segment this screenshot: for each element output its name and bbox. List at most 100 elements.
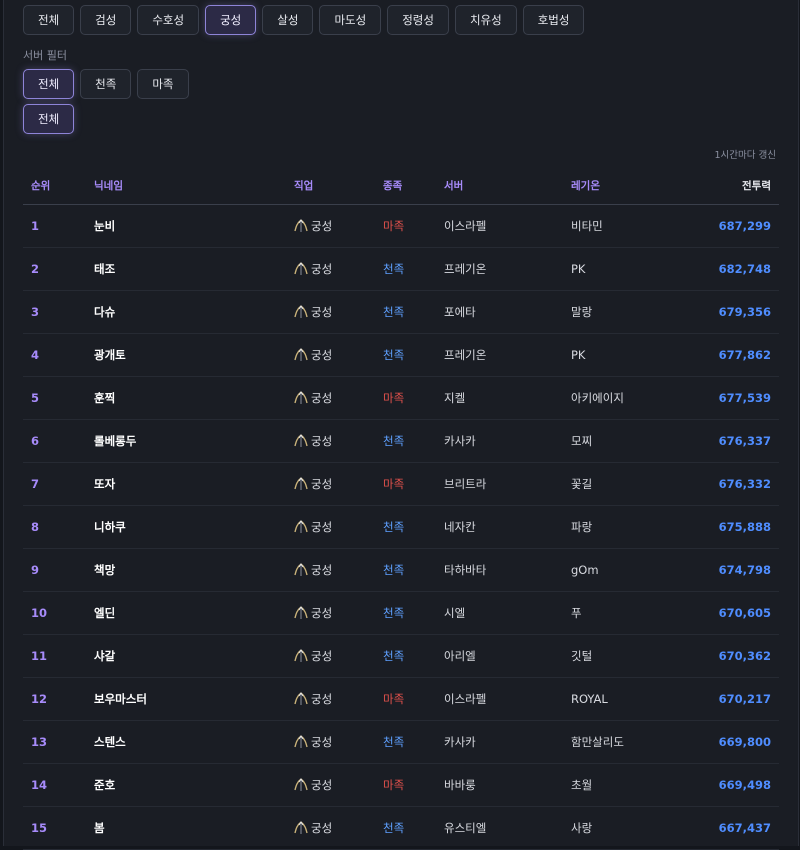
legion-cell: 깃털 — [571, 634, 679, 678]
header-power[interactable]: 전투력 — [679, 166, 779, 205]
update-note: 1시간마다 갱신 — [714, 150, 776, 161]
server-filter-chip[interactable]: 전체 — [23, 69, 75, 99]
legion-cell: PK — [571, 247, 679, 291]
job-filter-chip[interactable]: 살성 — [262, 5, 314, 35]
server-cell: 지켈 — [444, 376, 571, 420]
table-row[interactable]: 11 샤갈 궁성 천족 아리엘 깃털 670,362 — [23, 634, 779, 678]
race-cell: 천족 — [383, 548, 444, 592]
job-filter-chip[interactable]: 치유성 — [454, 5, 517, 35]
class-label: 궁성 — [311, 778, 333, 792]
server-cell: 카사카 — [444, 419, 571, 463]
name-cell[interactable]: 롤베롱두 — [94, 419, 294, 463]
header-rank[interactable]: 순위 — [23, 166, 94, 205]
race-cell: 천족 — [383, 247, 444, 291]
bow-icon — [294, 219, 308, 233]
job-filter-chip[interactable]: 전체 — [23, 5, 75, 35]
rank-cell: 10 — [23, 591, 94, 635]
job-filter-chip[interactable]: 궁성 — [205, 5, 257, 35]
header-server[interactable]: 서버 — [444, 166, 571, 205]
class-label: 궁성 — [311, 735, 333, 749]
rank-cell: 12 — [23, 677, 94, 721]
class-cell: 궁성 — [294, 290, 383, 334]
name-cell[interactable]: 니하쿠 — [94, 505, 294, 549]
server-cell: 포에타 — [444, 290, 571, 334]
bow-icon — [294, 305, 308, 319]
power-cell: 677,862 — [679, 333, 779, 377]
name-cell[interactable]: 또자 — [94, 462, 294, 506]
name-cell[interactable]: 광개토 — [94, 333, 294, 377]
table-row[interactable]: 14 준호 궁성 마족 바바룽 초월 669,498 — [23, 763, 779, 807]
table-row[interactable]: 15 봄 궁성 천족 유스티엘 사랑 667,437 — [23, 806, 779, 850]
region-filter-bar: 전체 — [23, 104, 75, 134]
bow-icon — [294, 477, 308, 491]
power-cell: 682,748 — [679, 247, 779, 291]
region-filter-chip[interactable]: 전체 — [23, 104, 75, 134]
race-cell: 마족 — [383, 677, 444, 721]
table-row[interactable]: 8 니하쿠 궁성 천족 네자칸 파랑 675,888 — [23, 505, 779, 549]
rank-cell: 4 — [23, 333, 94, 377]
race-cell: 천족 — [383, 505, 444, 549]
table-body: 1 눈비 궁성 마족 이스라펠 비타민 687,299 2 태조 궁성 천족 프레기온 PK 682,74… — [23, 204, 779, 850]
header-class[interactable]: 직업 — [294, 166, 383, 205]
job-filter-chip[interactable]: 호법성 — [522, 5, 585, 35]
legion-cell: PK — [571, 333, 679, 377]
name-cell[interactable]: 샤갈 — [94, 634, 294, 678]
job-filter-chip[interactable]: 검성 — [80, 5, 132, 35]
name-cell[interactable]: 준호 — [94, 763, 294, 807]
name-cell[interactable]: 보우마스터 — [94, 677, 294, 721]
table-row[interactable]: 4 광개토 궁성 천족 프레기온 PK 677,862 — [23, 333, 779, 377]
server-cell: 이스라펠 — [444, 677, 571, 721]
header-name[interactable]: 닉네임 — [94, 166, 294, 205]
class-cell: 궁성 — [294, 806, 383, 850]
legion-cell: 아키에이지 — [571, 376, 679, 420]
class-label: 궁성 — [311, 821, 333, 835]
table-row[interactable]: 6 롤베롱두 궁성 천족 카사카 모찌 676,337 — [23, 419, 779, 463]
table-row[interactable]: 13 스텐스 궁성 천족 카사카 함만살리도 669,800 — [23, 720, 779, 764]
rank-cell: 6 — [23, 419, 94, 463]
job-filter-chip[interactable]: 마도성 — [319, 5, 382, 35]
bow-icon — [294, 262, 308, 276]
header-race[interactable]: 종족 — [383, 166, 444, 205]
name-cell[interactable]: 태조 — [94, 247, 294, 291]
class-cell: 궁성 — [294, 591, 383, 635]
header-legion[interactable]: 레기온 — [571, 166, 679, 205]
name-cell[interactable]: 다슈 — [94, 290, 294, 334]
ranking-table: 순위 닉네임 직업 종족 서버 레기온 전투력 1 눈비 궁성 마족 이스라펠 비타민 68… — [23, 166, 779, 850]
table-row[interactable]: 5 훈찍 궁성 마족 지켈 아키에이지 677,539 — [23, 376, 779, 420]
server-cell: 시엘 — [444, 591, 571, 635]
name-cell[interactable]: 봄 — [94, 806, 294, 850]
class-label: 궁성 — [311, 434, 333, 448]
name-cell[interactable]: 훈찍 — [94, 376, 294, 420]
table-row[interactable]: 12 보우마스터 궁성 마족 이스라펠 ROYAL 670,217 — [23, 677, 779, 721]
power-cell: 687,299 — [679, 204, 779, 248]
server-filter-chip[interactable]: 천족 — [80, 69, 132, 99]
table-row[interactable]: 9 책망 궁성 천족 타하바타 gOm 674,798 — [23, 548, 779, 592]
server-cell: 아리엘 — [444, 634, 571, 678]
name-cell[interactable]: 엘딘 — [94, 591, 294, 635]
class-label: 궁성 — [311, 520, 333, 534]
legion-cell: 말랑 — [571, 290, 679, 334]
power-cell: 669,800 — [679, 720, 779, 764]
table-row[interactable]: 3 다슈 궁성 천족 포에타 말랑 679,356 — [23, 290, 779, 334]
table-row[interactable]: 1 눈비 궁성 마족 이스라펠 비타민 687,299 — [23, 204, 779, 248]
job-filter-chip[interactable]: 수호성 — [137, 5, 200, 35]
power-cell: 675,888 — [679, 505, 779, 549]
class-cell: 궁성 — [294, 677, 383, 721]
server-cell: 유스티엘 — [444, 806, 571, 850]
table-row[interactable]: 7 또자 궁성 마족 브리트라 꽃길 676,332 — [23, 462, 779, 506]
bow-icon — [294, 434, 308, 448]
server-filter-chip[interactable]: 마족 — [137, 69, 189, 99]
name-cell[interactable]: 책망 — [94, 548, 294, 592]
bow-icon — [294, 649, 308, 663]
table-row[interactable]: 2 태조 궁성 천족 프레기온 PK 682,748 — [23, 247, 779, 291]
race-cell: 천족 — [383, 591, 444, 635]
power-cell: 674,798 — [679, 548, 779, 592]
name-cell[interactable]: 눈비 — [94, 204, 294, 248]
class-cell: 궁성 — [294, 505, 383, 549]
class-label: 궁성 — [311, 692, 333, 706]
table-row[interactable]: 10 엘딘 궁성 천족 시엘 푸 670,605 — [23, 591, 779, 635]
race-cell: 천족 — [383, 290, 444, 334]
class-cell: 궁성 — [294, 204, 383, 248]
name-cell[interactable]: 스텐스 — [94, 720, 294, 764]
job-filter-chip[interactable]: 정령성 — [387, 5, 449, 35]
